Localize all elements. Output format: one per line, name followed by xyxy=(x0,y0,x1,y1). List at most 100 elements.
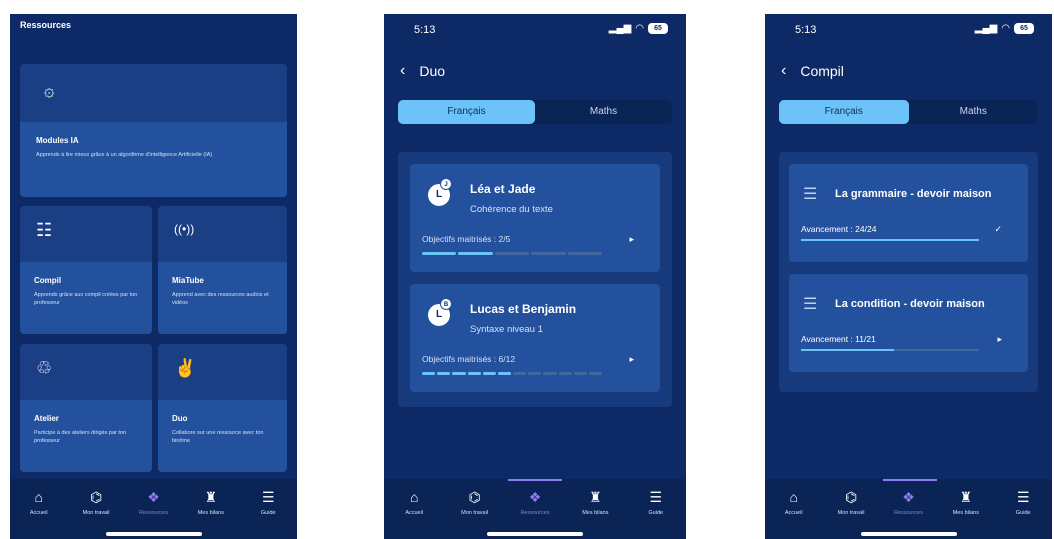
nav-label: Ressources xyxy=(520,510,550,516)
nav-label: Accueil xyxy=(29,510,48,516)
progress-segment xyxy=(497,372,512,375)
screen-header: ‹ Compil xyxy=(781,62,844,80)
progress-segment xyxy=(437,372,451,375)
wifi-icon: ◠ xyxy=(635,23,644,34)
nav-label: Guide xyxy=(648,510,664,516)
wifi-icon: ◠ xyxy=(1001,23,1010,34)
home-indicator xyxy=(487,532,583,536)
card-title: Modules IA xyxy=(36,136,79,145)
briefcase-icon: ⌬ xyxy=(89,489,103,505)
resources-screen: Ressources ۞ Modules IA Apprends à lire … xyxy=(10,14,297,539)
duo-names: Léa et Jade xyxy=(470,182,536,196)
chart-icon: ♜ xyxy=(204,489,218,505)
subject-tabs: Français Maths xyxy=(779,100,1038,124)
duo-names: Lucas et Benjamin xyxy=(470,302,577,316)
signal-icon: ▂▄▆ xyxy=(608,23,632,34)
play-icon[interactable]: ▸ xyxy=(629,354,634,365)
page-title: Ressources xyxy=(20,20,72,30)
card-description: Apprends grâce aux compil créées par ton… xyxy=(34,292,138,306)
resources-icon: ❖ xyxy=(902,489,915,505)
progress-segment xyxy=(567,252,603,255)
compil-card[interactable]: ☷ Compil Apprends grâce aux compil créée… xyxy=(20,206,152,334)
back-arrow-icon[interactable]: ‹ xyxy=(400,62,405,80)
nav-accueil[interactable]: ⌂ Accueil xyxy=(388,489,440,539)
tab-francais[interactable]: Français xyxy=(398,100,535,124)
objective-text: Objectifs maitrisés : 2/5 xyxy=(422,234,511,244)
back-arrow-icon[interactable]: ‹ xyxy=(781,62,786,80)
nav-accueil[interactable]: ⌂ Accueil xyxy=(13,489,65,539)
duo-card[interactable]: ✌ Duo Collabore sur une ressource avec t… xyxy=(158,344,287,472)
subject-tabs: Français Maths xyxy=(398,100,672,124)
card-description: Apprend avec des ressources audios et vi… xyxy=(172,292,269,306)
page-title: Compil xyxy=(800,63,844,79)
duo-subtitle: Cohérence du texte xyxy=(470,204,553,215)
battery-icon: 65 xyxy=(648,23,668,34)
duo-item[interactable]: L B Lucas et Benjamin Syntaxe niveau 1 O… xyxy=(410,284,660,392)
home-indicator xyxy=(860,532,957,536)
card-title: Duo xyxy=(172,414,188,423)
chart-icon: ♜ xyxy=(589,489,602,505)
card-title: Compil xyxy=(34,276,62,285)
progress-text: Avancement : 11/21 xyxy=(801,334,876,344)
nav-label: Guide xyxy=(260,510,276,516)
list-icon: ☰ xyxy=(803,186,818,203)
compil-title: La condition - devoir maison xyxy=(835,298,985,310)
briefcase-icon: ⌬ xyxy=(844,489,858,505)
avatar: B xyxy=(440,298,452,310)
nav-label: Mes bilans xyxy=(952,510,979,516)
duo-item[interactable]: L J Léa et Jade Cohérence du texte Objec… xyxy=(410,164,660,272)
nav-label: Ressources xyxy=(893,510,923,516)
nav-label: Mes bilans xyxy=(582,510,609,516)
progress-segment xyxy=(467,372,481,375)
nav-guide[interactable]: ☰ Guide xyxy=(997,489,1049,539)
hand-icon: ✌ xyxy=(174,358,197,378)
home-icon: ⌂ xyxy=(34,489,43,505)
compil-title: La grammaire - devoir maison xyxy=(835,188,992,200)
page-title: Duo xyxy=(419,63,446,79)
nav-label: Mon travail xyxy=(837,510,865,516)
brain-icon: ۞ xyxy=(44,80,55,100)
progress-segment xyxy=(573,372,587,375)
card-title: Atelier xyxy=(34,414,59,423)
nav-guide[interactable]: ☰ Guide xyxy=(630,489,682,539)
nav-label: Ressources xyxy=(138,510,168,516)
miatube-card[interactable]: ((•)) MiaTube Apprend avec des ressource… xyxy=(158,206,287,334)
tab-maths[interactable]: Maths xyxy=(909,100,1039,124)
play-icon[interactable]: ▸ xyxy=(997,334,1002,345)
active-tab-indicator xyxy=(508,479,562,481)
atelier-card[interactable]: ♲ Atelier Participe à des ateliers dirig… xyxy=(20,344,152,472)
progress-fill xyxy=(801,349,895,351)
avatar: J xyxy=(440,178,452,190)
nav-guide[interactable]: ☰ Guide xyxy=(242,489,294,539)
progress-segment xyxy=(422,372,436,375)
guide-icon: ☰ xyxy=(261,489,275,505)
tab-francais[interactable]: Français xyxy=(779,100,909,124)
progress-text: Avancement : 24/24 xyxy=(801,224,877,234)
status-time: 5:13 xyxy=(795,24,817,36)
status-bar: 5:13 ▂▄▆ ◠ 65 xyxy=(384,22,686,38)
home-icon: ⌂ xyxy=(409,489,419,505)
progress-fill xyxy=(801,239,979,241)
play-icon[interactable]: ▸ xyxy=(629,234,634,245)
screen-header: ‹ Duo xyxy=(400,62,445,80)
progress-segment xyxy=(422,252,457,255)
duo-screen: 5:13 ▂▄▆ ◠ 65 ‹ Duo Français Maths L J L… xyxy=(384,14,686,539)
signal-icon: ▂▄▆ xyxy=(974,23,998,34)
home-indicator xyxy=(105,532,202,536)
compil-item[interactable]: ☰ La grammaire - devoir maison Avancemen… xyxy=(789,164,1028,262)
nav-accueil[interactable]: ⌂ Accueil xyxy=(768,489,820,539)
resources-icon: ❖ xyxy=(147,489,160,505)
chart-icon: ♜ xyxy=(959,489,973,505)
nav-label: Accueil xyxy=(784,510,803,516)
progress-segment xyxy=(588,372,603,375)
tab-maths[interactable]: Maths xyxy=(535,100,672,124)
list-icon: ☰ xyxy=(803,296,818,313)
compil-item[interactable]: ☰ La condition - devoir maison Avancemen… xyxy=(789,274,1028,372)
progress-segment xyxy=(513,372,527,375)
status-time: 5:13 xyxy=(414,24,436,36)
objective-progress xyxy=(422,372,603,375)
modules-ia-card[interactable]: ۞ Modules IA Apprends à lire mieux grâce… xyxy=(20,64,287,197)
progress-segment xyxy=(543,372,557,375)
progress-segment xyxy=(528,372,542,375)
guide-icon: ☰ xyxy=(649,489,663,505)
